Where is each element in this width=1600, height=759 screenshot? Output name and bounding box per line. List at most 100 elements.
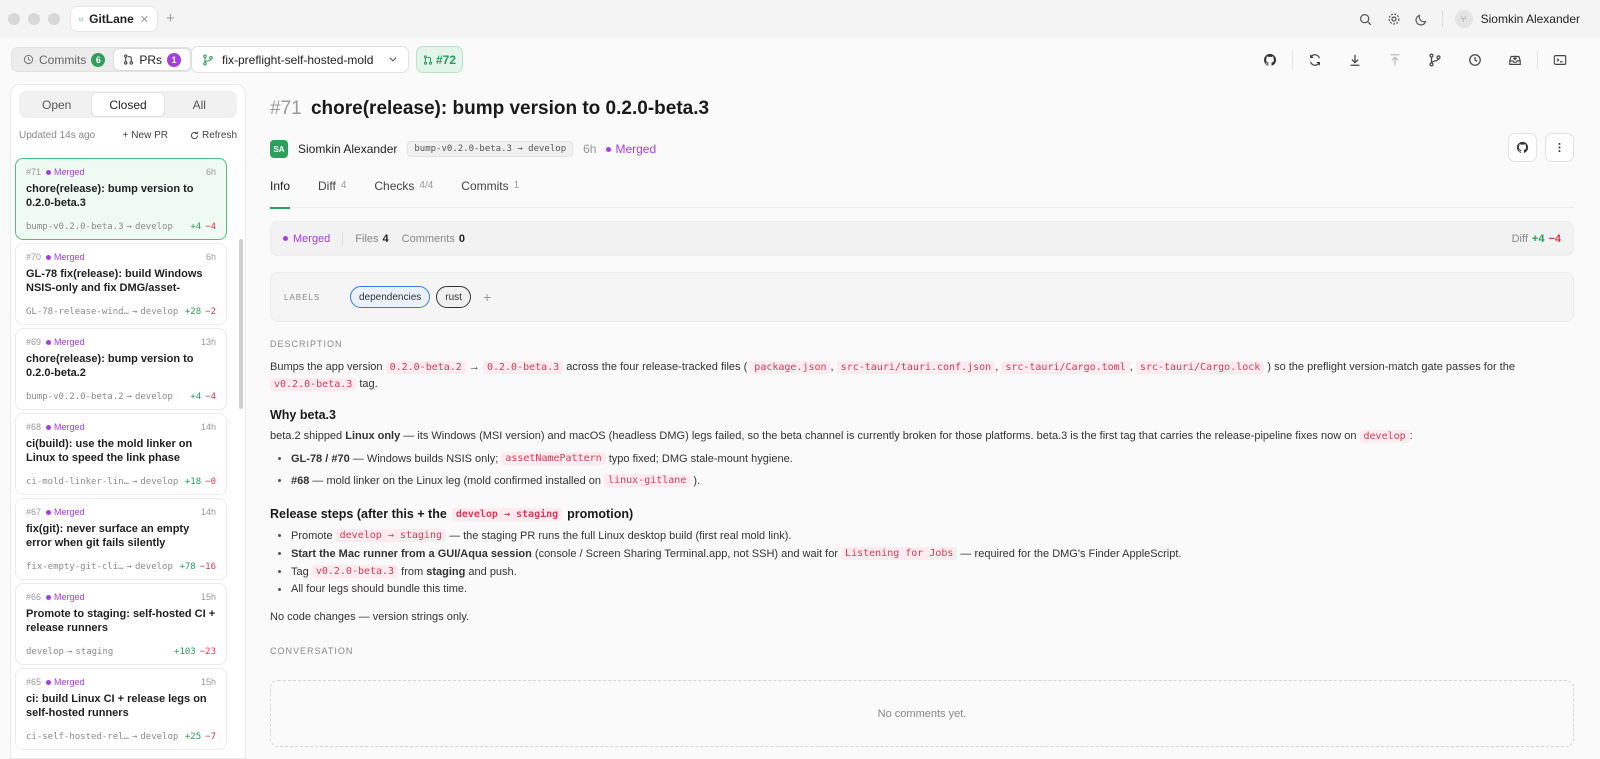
pr-number: #71 [26,167,42,177]
user-menu[interactable]: ⑂ Siomkin Alexander [1454,10,1580,28]
refresh-icon [190,131,199,139]
pr-list-item[interactable]: #66 Merged 15h Promote to staging: self-ho… [15,583,227,665]
description-title: DESCRIPTION [270,339,343,349]
search-icon[interactable] [1352,5,1380,33]
divider [342,231,344,246]
pr-list-item[interactable]: #71 Merged 6h chore(release): bump version… [15,158,227,240]
labels-panel: LABELS dependencies rust + [270,272,1574,322]
text: : [1409,430,1413,442]
pr-list-item[interactable]: #70 Merged 6h GL-78 fix(release): build Wi… [15,243,227,325]
app-tab-title: GitLane [89,12,134,26]
arrow-right-icon: → [126,222,132,232]
merged-dot-icon [606,146,612,152]
tab-checks[interactable]: Checks 4/4 [374,178,433,208]
chevron-down-icon [388,53,398,67]
maximize-window-button[interactable] [48,13,60,25]
app-tab[interactable]: GitLane ✕ [71,7,157,31]
history-clock-icon[interactable] [1455,48,1495,72]
push-upload-icon[interactable] [1375,48,1415,72]
new-pr-button[interactable]: + New PR [122,130,168,141]
label-rust[interactable]: rust [436,286,471,308]
sidebar-scrollbar[interactable] [239,239,243,409]
bold-text: GL-78 / #70 [291,452,350,465]
pr-list-item[interactable]: #69 Merged 13h chore(release): bump versio… [15,328,227,410]
comments-label: Comments [401,232,455,245]
tab-label: Info [270,179,291,193]
code: src-tauri/tauri.conf.json [836,361,996,374]
arrow-right-icon: → [126,392,132,402]
pr-list-item[interactable]: #65 Merged 15h ci: build Linux CI + releas… [15,668,227,750]
pr-title: chore(release): bump version to 0.2.0-be… [26,353,194,379]
bullet [278,457,281,460]
tab-diff[interactable]: Diff 4 [318,178,346,208]
pr-number: #70 [26,252,42,262]
pr-target: develop [140,307,179,317]
no-comments-text: No comments yet. [877,707,967,720]
branch-icon[interactable] [1415,48,1455,72]
pull-download-icon[interactable] [1335,48,1375,72]
pr-additions: +103 [174,647,196,657]
close-window-button[interactable] [8,13,20,25]
toolbar-actions [1250,48,1580,72]
pr-detail: #71 chore(release): bump version to 0.2.… [270,84,1574,759]
close-tab-icon[interactable]: ✕ [140,13,149,26]
author-name: Siomkin Alexander [298,142,398,156]
current-pr-number: #72 [435,52,457,67]
add-label-button[interactable]: + [483,289,491,305]
code: src-tauri/Cargo.toml [1001,361,1130,374]
pr-list-item[interactable]: #67 Merged 14h fix(git): never surface an … [15,498,227,580]
pr-state-label: Merged [54,592,85,602]
settings-gear-icon[interactable] [1380,5,1408,33]
github-icon[interactable] [1250,48,1290,72]
bullet [278,534,281,537]
more-options-button[interactable] [1545,133,1574,162]
tab-count: 1 [513,180,520,191]
release-steps-heading: Release steps (after this + the develop … [270,507,633,521]
refresh-button[interactable]: Refresh [190,130,237,141]
terminal-icon[interactable] [1540,48,1580,72]
current-pr-chip[interactable]: #72 [416,46,463,73]
pr-state: Merged [46,167,85,177]
pr-title: ci(build): use the mold linker on Linux … [26,438,193,464]
branch-selector[interactable]: fix-preflight-self-hosted-mold [191,46,409,73]
pr-age: 14h [200,422,216,432]
pr-additions: +78 [179,562,196,572]
tab-commits[interactable]: Commits 1 [461,178,519,208]
arrow-right-icon: → [131,477,138,487]
description-paragraph: Bumps the app version 0.2.0-beta.2 → 0.2… [270,361,1515,391]
tab-info[interactable]: Info [270,178,291,209]
pr-state-label: Merged [54,167,85,177]
sync-icon[interactable] [1295,48,1335,72]
conversation-empty-state: No comments yet. [270,680,1574,747]
filter-open[interactable]: Open [21,93,92,116]
pr-target: develop [140,732,179,742]
filter-all[interactable]: All [164,93,235,116]
filter-closed[interactable]: Closed [92,93,164,116]
pr-age: 15h [200,592,216,602]
arrow-right-icon: → [131,732,138,742]
stash-tray-icon[interactable] [1495,48,1535,72]
code: assetNamePattern [501,452,606,465]
dark-mode-moon-icon[interactable] [1408,5,1436,33]
prs-view-button[interactable]: PRs 1 [114,49,191,70]
git-branch-icon [203,53,213,66]
labels-title: LABELS [284,292,321,302]
label-dependencies[interactable]: dependencies [350,286,431,308]
pr-state: Merged [46,337,85,347]
pr-list-item[interactable]: #68 Merged 14h ci(build): use the mold lin… [15,413,227,495]
pr-target: develop [134,562,173,572]
files-label: Files [355,232,379,245]
pr-target: develop [134,392,173,402]
tab-label: Checks [374,179,415,193]
branch-name: fix-preflight-self-hosted-mold [222,52,374,67]
pr-deletions: −7 [205,732,216,742]
open-on-github-button[interactable] [1508,133,1537,162]
list-item: Promote develop → staging — the staging … [278,529,791,542]
commits-view-button[interactable]: Commits 6 [14,49,114,70]
pull-request-icon [124,54,134,65]
new-tab-button[interactable]: + [166,10,175,27]
pr-deletions: −0 [205,477,216,487]
arrow-right-icon: → [131,307,138,317]
minimize-window-button[interactable] [28,13,40,25]
comments-count: 0 [458,232,465,245]
